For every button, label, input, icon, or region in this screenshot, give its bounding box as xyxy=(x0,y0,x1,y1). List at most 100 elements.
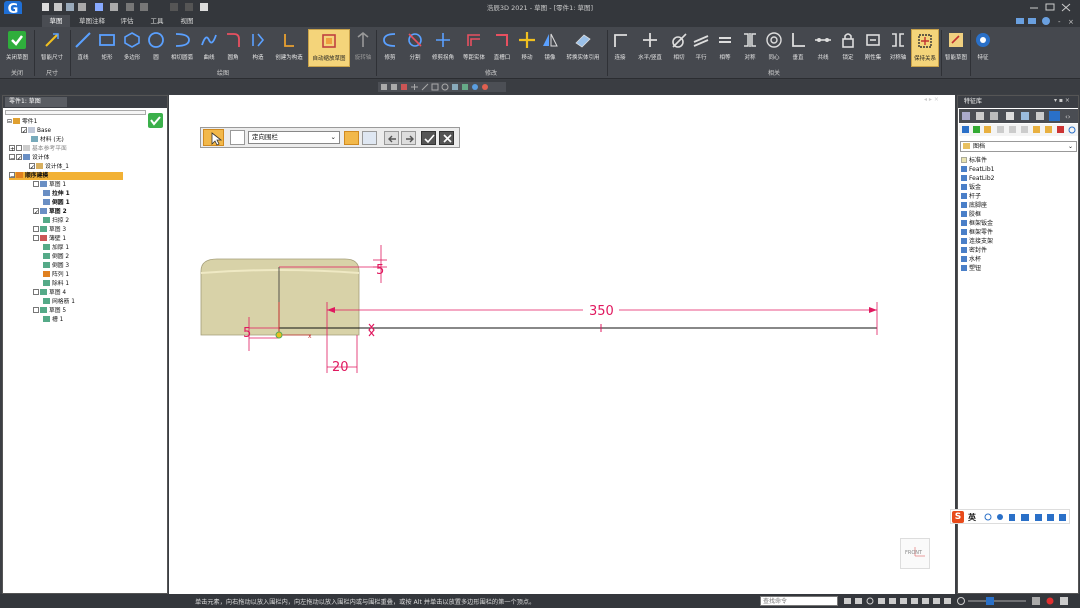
trim-button[interactable]: 修剪 xyxy=(378,29,402,67)
tree-item-design-body[interactable]: − ✓ 设计体 xyxy=(9,153,49,162)
tree-item-web-network1[interactable]: 网格筋 1 xyxy=(43,297,75,306)
symmetry-axis-button[interactable]: 对称轴 xyxy=(887,29,909,67)
tree-item-design-body-1[interactable]: ✓ 设计体_1 xyxy=(29,162,69,171)
tangent-button[interactable]: 相切 xyxy=(669,29,689,67)
curve-button[interactable]: 曲线 xyxy=(198,29,220,67)
ime-toolbar[interactable]: S 英 xyxy=(950,509,1070,524)
filter-bar[interactable] xyxy=(5,110,146,115)
library-item-knob[interactable]: 塑钮 xyxy=(961,264,981,273)
tree-item-thicken1[interactable]: 加厚 1 xyxy=(43,243,69,252)
connect-button[interactable]: 连接 xyxy=(609,29,631,67)
horizontal-vertical-button[interactable]: 水平/竖直 xyxy=(633,29,667,67)
fillet-button[interactable]: 圆角 xyxy=(222,29,244,67)
cancel-button[interactable] xyxy=(439,131,454,145)
tab-tools[interactable]: 工具 xyxy=(144,15,170,27)
library-item-frame-part[interactable]: 框架零件 xyxy=(961,228,993,237)
auto-zoom-sketch-button[interactable]: 自动缩放草图 xyxy=(308,29,350,67)
tree-item-round1[interactable]: 倒圆 1 xyxy=(43,198,70,207)
construction-button[interactable]: 构造 xyxy=(246,29,270,67)
parallel-button[interactable]: 平行 xyxy=(691,29,711,67)
tree-item-sketch3[interactable]: 草图 3 xyxy=(33,225,66,234)
library-item-featlib1[interactable]: FeatLib1 xyxy=(961,165,994,174)
tree-item-base[interactable]: ✓ Base xyxy=(21,126,51,135)
tree-item-sketch4[interactable]: 草图 4 xyxy=(33,288,66,297)
tree-item-sweep2[interactable]: 扫掠 2 xyxy=(43,216,69,225)
create-construction-button[interactable]: 创建为构造 xyxy=(272,29,306,67)
confirm-check-icon[interactable] xyxy=(148,113,163,128)
fence-mode-select[interactable]: 定向围栏 ⌄ xyxy=(248,131,340,144)
close-sketch-button[interactable]: 关闭草图 xyxy=(2,29,32,67)
symmetric-button[interactable]: 对称 xyxy=(739,29,761,67)
library-item-featlib2[interactable]: FeatLib2 xyxy=(961,174,994,183)
tree-item-round2[interactable]: 倒圆 2 xyxy=(43,252,69,261)
sketch-canvas[interactable]: 5 5 x 350 20 定向围栏 ⌄ FRONT xyxy=(169,95,955,594)
rigid-set-button[interactable]: 刚性集 xyxy=(861,29,885,67)
tree-item-material[interactable]: 材料 (无) xyxy=(31,135,64,144)
sketch-drawing[interactable]: 5 5 x 350 20 xyxy=(169,95,955,594)
maintain-relations-button[interactable]: 保持关系 xyxy=(911,29,939,67)
tree-item-reference-planes[interactable]: + 基本参考平面 xyxy=(9,144,67,153)
zoom-slider[interactable] xyxy=(956,596,1076,606)
offset-entities-button[interactable]: 等距实体 xyxy=(460,29,488,67)
command-search-input[interactable] xyxy=(760,596,838,606)
library-toolbar-1[interactable]: ‹› xyxy=(959,109,1078,123)
canvas-tab-arrows[interactable]: ◂ ▸ × xyxy=(924,96,954,106)
perpendicular-button[interactable]: 垂直 xyxy=(787,29,809,67)
tab-feature-library[interactable]: 特征库 xyxy=(960,97,1010,107)
library-folder-dropdown[interactable]: 图档 ⌄ xyxy=(960,141,1077,152)
fence-overlap-button[interactable] xyxy=(362,131,377,145)
move-button[interactable]: 移动 xyxy=(516,29,538,67)
tree-item-thinwall1[interactable]: 薄壁 1 xyxy=(33,234,66,243)
tab-sketch-annotation[interactable]: 草图注释 xyxy=(74,15,110,27)
tree-item-ordered-modeling[interactable]: − 顺序建模 xyxy=(9,171,123,180)
feature-button[interactable]: 特征 xyxy=(972,29,994,67)
tree-item-round3[interactable]: 倒圆 3 xyxy=(43,261,69,270)
tab-view[interactable]: 视图 xyxy=(174,15,200,27)
smart-sketch-button[interactable]: 智能草图 xyxy=(943,29,969,67)
polygon-button[interactable]: 多边形 xyxy=(120,29,144,67)
line-button[interactable]: 直线 xyxy=(72,29,94,67)
collinear-button[interactable]: 共线 xyxy=(811,29,835,67)
concentric-button[interactable]: 同心 xyxy=(763,29,785,67)
tree-item-part1[interactable]: ⊟ 零件1 xyxy=(7,117,37,126)
equal-button[interactable]: 相等 xyxy=(713,29,737,67)
lock-button[interactable]: 锁定 xyxy=(837,29,859,67)
fence-inside-button[interactable] xyxy=(344,131,359,145)
split-button[interactable]: 分割 xyxy=(404,29,426,67)
library-item-rubber-frame[interactable]: 胶框 xyxy=(961,210,981,219)
convert-entities-button[interactable]: 转换实体引用 xyxy=(562,29,604,67)
tangent-arc-button[interactable]: 相切圆弧 xyxy=(168,29,196,67)
tree-item-cutout1[interactable]: 除料 1 xyxy=(43,279,69,288)
tab-part-sketch[interactable]: 零件1: 草图 xyxy=(5,97,67,107)
tree-item-extrude1[interactable]: 拉伸 1 xyxy=(43,189,70,198)
window-controls[interactable] xyxy=(1024,2,1076,12)
view-tools[interactable] xyxy=(378,82,506,92)
tree-item-sketch2[interactable]: ✓ 草图 2 xyxy=(33,207,67,216)
quick-access-toolbar[interactable] xyxy=(40,2,210,12)
view-controls[interactable] xyxy=(842,596,954,606)
library-item-frame-sheet[interactable]: 框架钣金 xyxy=(961,219,993,228)
fence-options-icon[interactable] xyxy=(230,130,245,145)
back-arrow-icon[interactable] xyxy=(384,131,399,145)
panel-controls[interactable]: ▾ ▪ × xyxy=(1054,97,1076,107)
rotation-axis-button[interactable]: 旋转轴 xyxy=(352,29,374,67)
mirror-button[interactable]: 镜像 xyxy=(540,29,560,67)
tree-item-slot1[interactable]: 槽 1 xyxy=(43,315,63,324)
trim-corner-button[interactable]: 修剪拐角 xyxy=(428,29,458,67)
tab-sketch[interactable]: 草图 xyxy=(42,15,70,27)
library-item-rod[interactable]: 杆子 xyxy=(961,192,981,201)
tree-item-sketch5[interactable]: 草图 5 xyxy=(33,306,66,315)
rectangle-button[interactable]: 矩形 xyxy=(96,29,118,67)
tree-item-pattern1[interactable]: 阵列 1 xyxy=(43,270,69,279)
accept-button[interactable] xyxy=(421,131,436,145)
select-tool-button[interactable] xyxy=(203,129,224,146)
smart-dimension-button[interactable]: 智能尺寸 xyxy=(36,29,68,67)
help-icons[interactable]: - × xyxy=(1014,16,1076,26)
view-orientation-cube[interactable]: FRONT xyxy=(900,538,930,569)
forward-arrow-icon[interactable] xyxy=(401,131,416,145)
library-item-connect-bracket[interactable]: 连接支架 xyxy=(961,237,993,246)
library-item-sheet-metal[interactable]: 钣金 xyxy=(961,183,981,192)
tree-item-sketch1[interactable]: 草图 1 xyxy=(33,180,66,189)
library-item-cup[interactable]: 水杯 xyxy=(961,255,981,264)
library-item-standard-parts[interactable]: 标准件 xyxy=(961,156,987,165)
